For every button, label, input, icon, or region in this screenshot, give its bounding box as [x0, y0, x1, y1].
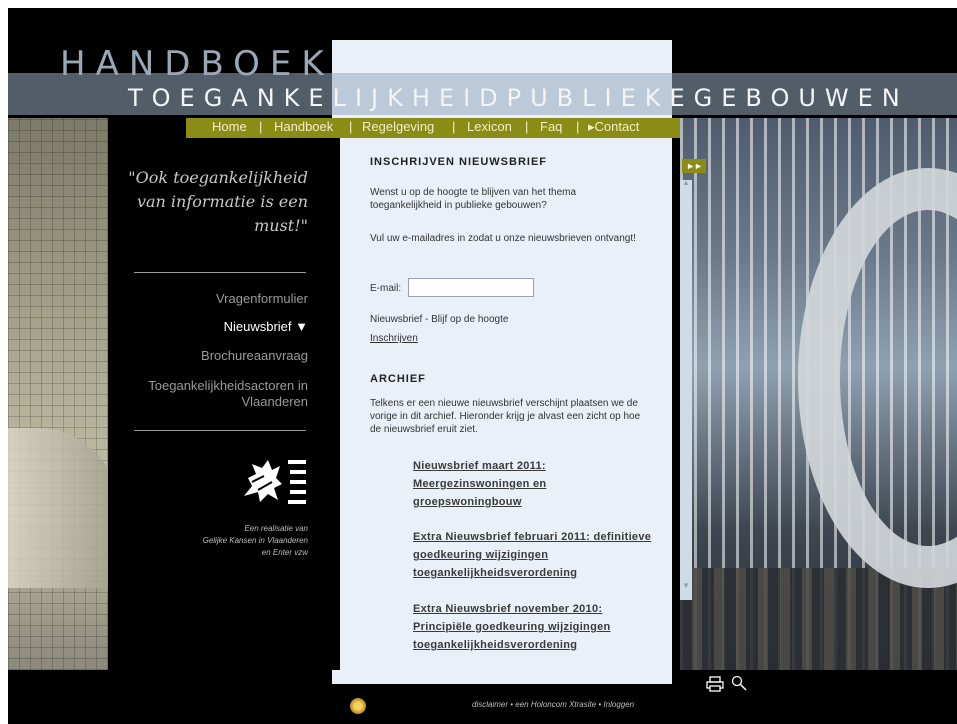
- credit-line: Gelijke Kansen in Vlaanderen: [202, 536, 308, 545]
- sidebar-quote: "Ook toegankelijkheid van informatie is …: [128, 168, 308, 235]
- sidebar-item-vragenformulier[interactable]: Vragenformulier: [118, 291, 308, 307]
- archive-item-februari-2011[interactable]: Extra Nieuwsbrief februari 2011: definit…: [413, 528, 653, 582]
- newsletter-label: Nieuwsbrief - Blijf op de hoogte: [370, 314, 509, 325]
- nav-separator: |: [259, 119, 263, 134]
- main-nav: Home | Handboek | Regelgeving | Lexicon …: [186, 118, 680, 138]
- sidebar: "Ook toegankelijkheid van informatie is …: [108, 138, 340, 670]
- subscribe-heading: INSCHRIJVEN NIEUWSBRIEF: [370, 156, 548, 168]
- nav-separator: |: [452, 119, 456, 134]
- nav-separator: |: [349, 119, 353, 134]
- sidebar-item-toegankelijkheidsactoren[interactable]: Toegankelijkheidsactoren in Vlaanderen: [118, 378, 308, 410]
- credit-line: Een realisatie van: [244, 524, 308, 533]
- subscribe-instruction: Vul uw e-mailadres in zodat u onze nieuw…: [370, 233, 636, 244]
- email-field[interactable]: [408, 278, 534, 297]
- site-logo-top[interactable]: HANDBOEK: [60, 44, 334, 84]
- content-scrollbar[interactable]: [680, 180, 692, 600]
- fast-forward-icon[interactable]: ►►: [682, 159, 706, 173]
- main-content: INSCHRIJVEN NIEUWSBRIEF Wenst u op de ho…: [370, 156, 660, 651]
- scroll-down-icon[interactable]: ▼: [682, 581, 690, 590]
- print-icon[interactable]: [706, 676, 724, 692]
- nav-faq[interactable]: Faq: [540, 119, 562, 134]
- nav-regelgeving[interactable]: Regelgeving: [362, 119, 434, 134]
- sidebar-divider: [134, 272, 306, 273]
- holoncom-emblem-icon[interactable]: [350, 698, 366, 714]
- subscribe-link[interactable]: Inschrijven: [370, 333, 418, 344]
- email-label: E-mail:: [370, 283, 402, 294]
- nav-handboek[interactable]: Handboek: [274, 119, 333, 134]
- sidebar-divider: [134, 430, 306, 431]
- sidebar-item-brochureaanvraag[interactable]: Brochureaanvraag: [118, 348, 308, 364]
- flemish-lion-icon: [244, 460, 306, 504]
- archive-item-november-2010[interactable]: Extra Nieuwsbrief november 2010: Princip…: [413, 600, 653, 654]
- archive-heading: ARCHIEF: [370, 373, 426, 385]
- search-icon[interactable]: [730, 674, 748, 692]
- sidebar-item-nieuwsbrief[interactable]: Nieuwsbrief ▼: [118, 319, 308, 335]
- archive-intro: Telkens er een nieuwe nieuwsbrief versch…: [370, 398, 641, 435]
- site-logo-subtitle[interactable]: TOEGANKELIJKHEIDPUBLIEKEGEBOUWEN: [128, 84, 909, 112]
- credit-line: en Enter vzw: [261, 548, 308, 557]
- credit-text: Een realisatie van Gelijke Kansen in Vla…: [128, 523, 308, 559]
- nav-contact[interactable]: ▸Contact: [588, 119, 639, 135]
- nav-home[interactable]: Home: [212, 119, 247, 134]
- scroll-up-icon[interactable]: ▲: [682, 178, 690, 187]
- nav-lexicon[interactable]: Lexicon: [467, 119, 512, 134]
- subscribe-intro: Wenst u op de hoogte te blijven van het …: [370, 187, 577, 211]
- archive-item-maart-2011[interactable]: Nieuwsbrief maart 2011: Meergezinswoning…: [413, 457, 653, 511]
- footer-links[interactable]: disclaimer • een Holoncom Xtrasite • Inl…: [472, 700, 634, 709]
- nav-separator: |: [576, 119, 580, 134]
- nav-separator: |: [525, 119, 529, 134]
